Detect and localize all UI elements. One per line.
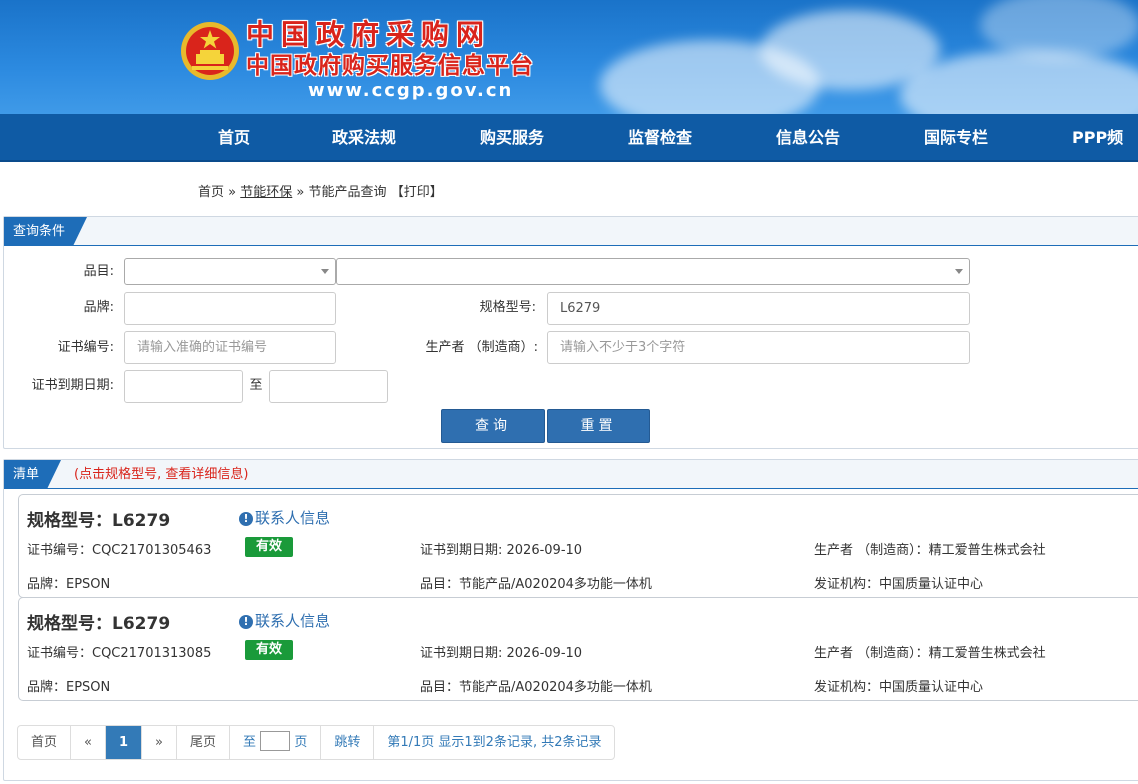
status-badge: 有效 bbox=[245, 640, 293, 660]
page-next-button[interactable]: » bbox=[142, 726, 177, 759]
search-button[interactable]: 查询 bbox=[441, 409, 545, 443]
expiry-end-input[interactable] bbox=[269, 370, 388, 403]
goto-suffix: 页 bbox=[294, 735, 308, 750]
info-icon: ! bbox=[239, 512, 253, 526]
expiry-to-label: 至 bbox=[249, 378, 263, 393]
main-nav: 首页 政采法规 购买服务 监督检查 信息公告 国际专栏 PPP频道 bbox=[0, 114, 1138, 195]
info-icon: ! bbox=[239, 615, 253, 629]
result-card: 规格型号：L6279 ! 联系人信息 证书编号：CQC21701305463 有效… bbox=[18, 494, 1138, 598]
page-current-button[interactable]: 1 bbox=[105, 726, 143, 759]
brand: 品牌：EPSON bbox=[27, 680, 111, 695]
print-link[interactable]: 【打印】 bbox=[391, 185, 443, 200]
expiry-label: 证书到期日期: bbox=[31, 378, 114, 393]
cert-label: 证书编号: bbox=[57, 340, 114, 355]
page-number-input[interactable] bbox=[260, 731, 291, 751]
maker-label: 生产者 （制造商）: bbox=[425, 340, 538, 355]
category-select-primary[interactable] bbox=[124, 258, 336, 285]
page-jump-button[interactable]: 跳转 bbox=[321, 726, 375, 759]
national-emblem-icon bbox=[181, 22, 239, 80]
breadcrumb-current: 节能产品查询 bbox=[308, 185, 387, 200]
result-card: 规格型号：L6279 ! 联系人信息 证书编号：CQC21701313085 有效… bbox=[18, 597, 1138, 701]
breadcrumb-home[interactable]: 首页 bbox=[198, 185, 224, 200]
manufacturer: 生产者 （制造商）：精工爱普生株式会社 bbox=[814, 646, 1046, 661]
cert-number: 证书编号：CQC21701313085 bbox=[27, 646, 212, 661]
breadcrumb-separator: » bbox=[296, 185, 305, 200]
manufacturer: 生产者 （制造商）：精工爱普生株式会社 bbox=[814, 543, 1046, 558]
breadcrumb-separator: » bbox=[228, 185, 237, 200]
site-title: 中国政府采购网 bbox=[246, 18, 492, 51]
brand-input[interactable] bbox=[124, 292, 336, 325]
nav-ppp[interactable]: PPP频道 bbox=[1072, 114, 1138, 195]
contact-info-label: 联系人信息 bbox=[255, 509, 331, 527]
nav-regulations[interactable]: 政采法规 bbox=[332, 114, 396, 162]
breadcrumb-energy[interactable]: 节能环保 bbox=[240, 185, 292, 200]
issuer: 发证机构：中国质量认证中心 bbox=[814, 577, 984, 592]
page-goto: 至 页 bbox=[230, 726, 322, 759]
page-prev-button[interactable]: « bbox=[71, 726, 106, 759]
contact-info-link[interactable]: ! 联系人信息 bbox=[239, 610, 330, 631]
query-panel: 查询条件 品目: 品牌: 规格型号: L6279 证书编号: 请输入准确的证书编… bbox=[3, 216, 1138, 449]
category-label: 品目: bbox=[83, 264, 114, 279]
category-select-secondary[interactable] bbox=[336, 258, 970, 285]
query-tab: 查询条件 bbox=[4, 217, 87, 246]
results-tab: 清单 bbox=[4, 460, 61, 489]
cert-expiry: 证书到期日期: 2026-09-10 bbox=[420, 543, 583, 558]
site-subtitle: 中国政府购买服务信息平台 bbox=[246, 53, 534, 79]
nav-announcements[interactable]: 信息公告 bbox=[776, 114, 840, 162]
category: 品目：节能产品/A020204多功能一体机 bbox=[420, 680, 652, 695]
site-url: www.ccgp.gov.cn bbox=[308, 80, 514, 101]
maker-input[interactable]: 请输入不少于3个字符 bbox=[547, 331, 970, 364]
goto-prefix: 至 bbox=[243, 735, 257, 750]
reset-button[interactable]: 重置 bbox=[547, 409, 650, 443]
breadcrumb: 首页 » 节能环保 » 节能产品查询 【打印】 bbox=[198, 181, 443, 200]
chevron-down-icon bbox=[955, 269, 963, 274]
page-last-button[interactable]: 尾页 bbox=[177, 726, 231, 759]
model-input[interactable]: L6279 bbox=[547, 292, 970, 325]
nav-purchase-services[interactable]: 购买服务 bbox=[480, 114, 544, 162]
nav-supervision[interactable]: 监督检查 bbox=[628, 114, 692, 162]
contact-info-link[interactable]: ! 联系人信息 bbox=[239, 507, 330, 528]
issuer: 发证机构：中国质量认证中心 bbox=[814, 680, 984, 695]
cert-number: 证书编号：CQC21701305463 bbox=[27, 543, 212, 558]
pagination: 首页 « 1 » 尾页 至 页 跳转 第1/1页 显示1到2条记录, 共2条记录 bbox=[17, 725, 616, 760]
query-panel-header: 查询条件 bbox=[4, 217, 1138, 246]
nav-home[interactable]: 首页 bbox=[218, 114, 250, 162]
page-summary: 第1/1页 显示1到2条记录, 共2条记录 bbox=[387, 735, 602, 750]
results-panel-header: 清单 (点击规格型号, 查看详细信息) bbox=[4, 460, 1138, 489]
expiry-start-input[interactable] bbox=[124, 370, 243, 403]
contact-info-label: 联系人信息 bbox=[255, 612, 331, 630]
brand-label: 品牌: bbox=[83, 300, 114, 315]
result-model-link[interactable]: 规格型号：L6279 bbox=[27, 609, 170, 634]
header-banner: 中国政府采购网 中国政府购买服务信息平台 www.ccgp.gov.cn bbox=[0, 0, 1138, 114]
cert-input[interactable]: 请输入准确的证书编号 bbox=[124, 331, 336, 364]
results-hint: (点击规格型号, 查看详细信息) bbox=[74, 467, 249, 482]
nav-international[interactable]: 国际专栏 bbox=[924, 114, 988, 162]
page-first-button[interactable]: 首页 bbox=[18, 726, 72, 759]
category: 品目：节能产品/A020204多功能一体机 bbox=[420, 577, 652, 592]
cert-expiry: 证书到期日期: 2026-09-10 bbox=[420, 646, 583, 661]
model-label: 规格型号: bbox=[479, 300, 536, 315]
chevron-down-icon bbox=[321, 269, 329, 274]
result-model-link[interactable]: 规格型号：L6279 bbox=[27, 506, 170, 531]
brand: 品牌：EPSON bbox=[27, 577, 111, 592]
status-badge: 有效 bbox=[245, 537, 293, 557]
